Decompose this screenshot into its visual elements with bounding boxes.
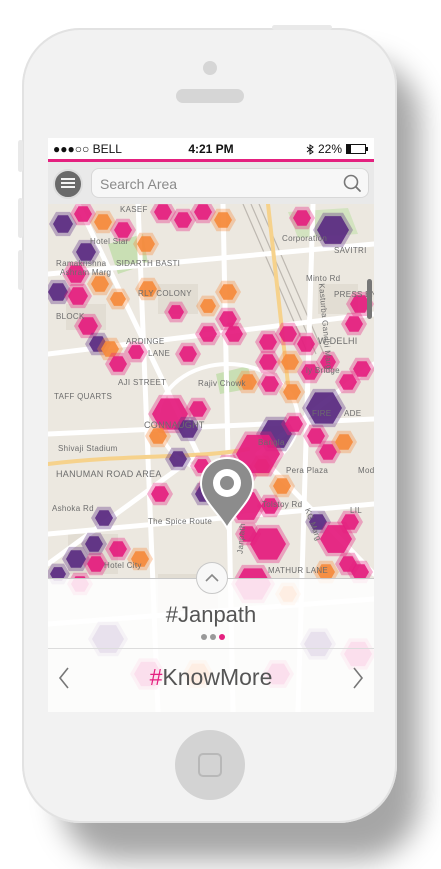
map-label: Shivaji Stadium [58, 444, 118, 453]
search-box[interactable] [91, 168, 369, 198]
earpiece-speaker [176, 89, 244, 103]
menu-button[interactable] [53, 169, 83, 199]
map-label: KASEF [120, 205, 148, 214]
panel-separator [48, 648, 374, 649]
map-label: Bangla [258, 438, 285, 447]
search-icon[interactable] [342, 173, 362, 193]
power-button [272, 25, 332, 30]
map-label: Rajiv Chowk [198, 379, 246, 388]
map-scrollbar[interactable] [367, 279, 372, 319]
home-square-icon [198, 753, 222, 777]
place-panel: #Janpath #KnowMore [48, 562, 374, 712]
menu-line-icon [61, 182, 75, 184]
map-label: Ashram Marg [60, 268, 112, 277]
home-button[interactable] [175, 730, 245, 800]
map-label: RLY COLONY [138, 289, 192, 298]
page-indicator [201, 634, 225, 640]
map-label: Mod [358, 466, 374, 475]
menu-line-icon [61, 186, 75, 188]
status-bar: ●●●○○ BELL 4:21 PM 22% [48, 138, 374, 159]
status-right: 22% [306, 142, 368, 156]
map-label: HANUMAN ROAD AREA [56, 469, 162, 479]
map-label: TAFF QUARTS [54, 392, 113, 401]
map-label: Corporation [282, 234, 328, 243]
map-label: ly Bridge [306, 366, 340, 375]
expand-button[interactable] [196, 562, 228, 594]
map-label: Minto Rd [306, 274, 341, 283]
map-label: Tolstoy Rd [262, 500, 303, 509]
know-more-link[interactable]: #KnowMore [48, 664, 374, 691]
map-label: AJI STREET [118, 378, 167, 387]
battery-percent: 22% [317, 142, 342, 156]
map-label: ARDINGE [126, 337, 165, 346]
volume-up-button [18, 198, 23, 238]
battery-cap [366, 147, 368, 151]
map-label: SIDARTH BASTI [116, 259, 181, 268]
map-label: Hotel City [104, 561, 142, 570]
map-label: Ashoka Rd [52, 504, 94, 513]
know-more-hash: # [149, 664, 163, 690]
map-label: ADE [344, 409, 362, 418]
volume-down-button [18, 250, 23, 290]
location-pin-icon[interactable] [198, 456, 256, 530]
map-label: FIRE [312, 409, 332, 418]
bluetooth-icon [306, 143, 314, 155]
mute-switch [18, 140, 23, 172]
map-label: MATHUR LANE [268, 566, 329, 575]
front-camera [203, 61, 217, 75]
menu-line-icon [61, 178, 75, 180]
map-label: LANE [148, 349, 171, 358]
battery-level [347, 145, 351, 153]
app-screen: KASEF Hotel Star Ramakrishna Ashram Marg… [48, 138, 374, 712]
page-dot[interactable] [201, 634, 207, 640]
map-label: CONNAUGHT [144, 420, 205, 430]
chevron-up-icon [205, 573, 219, 582]
search-input[interactable] [98, 173, 332, 195]
place-title: #Janpath [165, 602, 257, 627]
know-more-label: KnowMore [162, 664, 273, 690]
map-label: Pera Plaza [286, 466, 329, 475]
map-label: Hotel Star [90, 237, 129, 246]
battery-icon [346, 144, 368, 154]
map-label: Ramakrishna [56, 259, 107, 268]
page-dot[interactable] [210, 634, 216, 640]
map-label: SAVITRI [334, 246, 367, 255]
next-arrow-icon[interactable] [350, 666, 366, 690]
page-dot[interactable] [219, 634, 225, 640]
map-label: BLOCK [56, 312, 85, 321]
search-bar [48, 162, 374, 204]
map-label: LIL [350, 506, 363, 515]
